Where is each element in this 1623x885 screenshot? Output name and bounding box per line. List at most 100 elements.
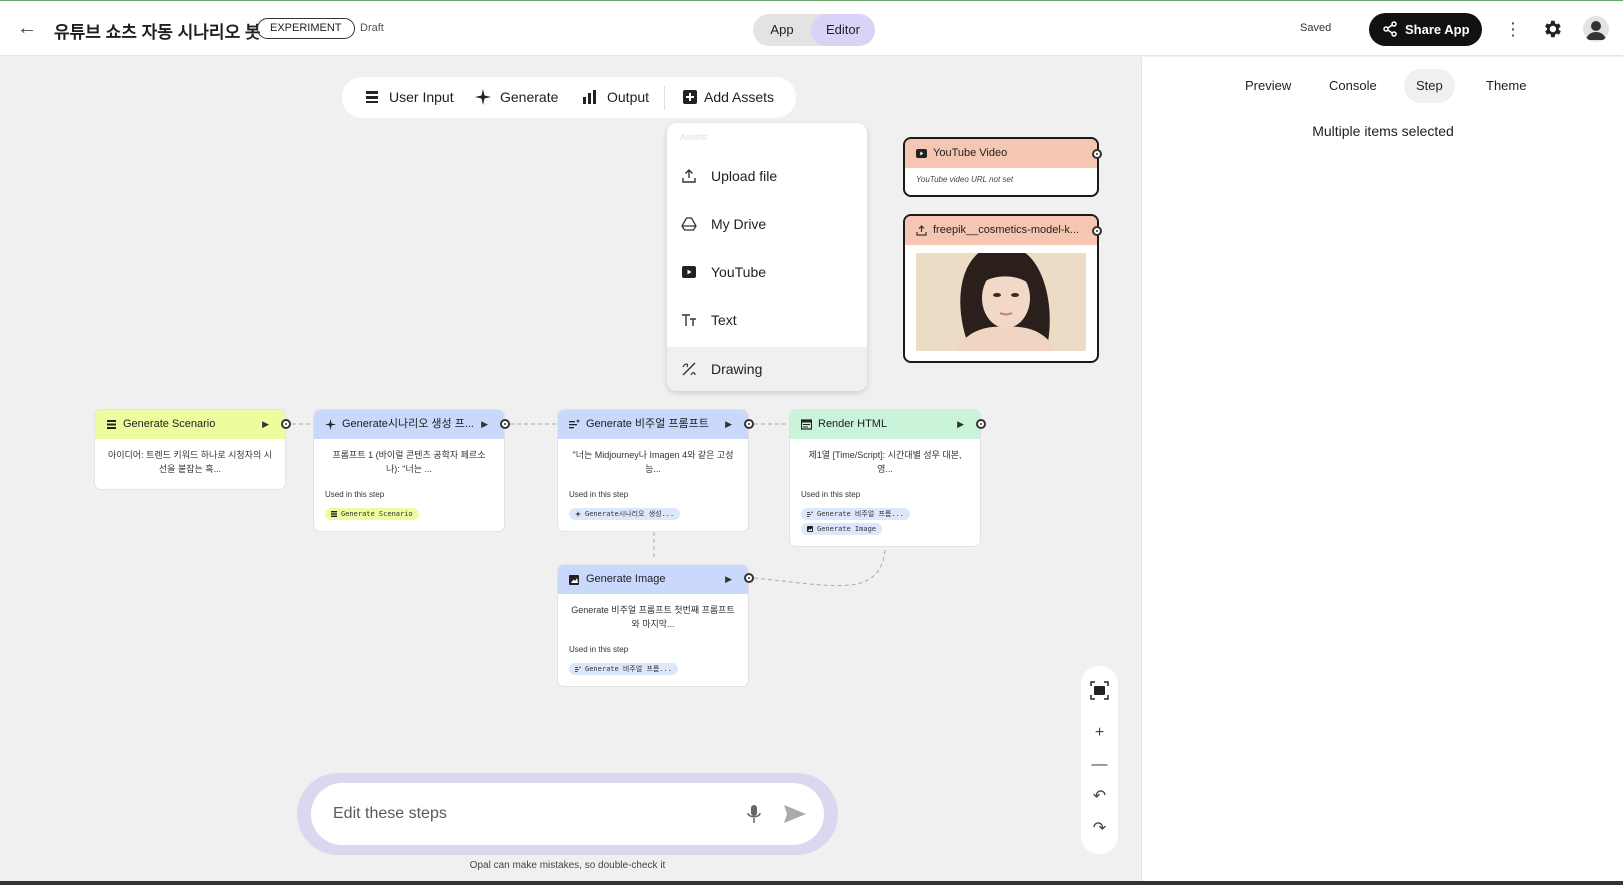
app-mode-button[interactable]: App [753,14,811,46]
add-assets-menu: Assets Upload file My Drive YouTube Text… [667,123,867,391]
output-port[interactable] [744,419,754,429]
menu-item-my-drive[interactable]: My Drive [667,202,867,246]
asset-header: YouTube Video [905,139,1097,168]
redo-icon[interactable]: ↷ [1089,818,1110,839]
node-description: 프롬프트 1 (바이럴 콘텐츠 공학자 페르소나): "너는 ... [332,450,486,474]
tab-theme[interactable]: Theme [1474,69,1538,103]
user-input-icon [107,420,116,429]
menu-item-upload-file[interactable]: Upload file [667,154,867,198]
bottom-bar [0,881,1623,885]
menu-item-label: Upload file [711,168,778,184]
sparkle-icon [325,419,336,430]
used-in-step-label: Used in this step [569,490,629,499]
generate-image-node[interactable]: Generate Image ▶ Generate 비주얼 프롬프트 첫번째 프… [557,564,749,687]
output-port[interactable] [281,419,291,429]
asset-title: YouTube Video [933,147,1008,159]
output-port[interactable] [1092,226,1102,236]
youtube-icon [916,149,927,158]
output-button[interactable]: Output [582,77,649,118]
node-description: "너는 Midjourney나 Imagen 4와 같은 고성능... [572,450,734,474]
asset-title: freepik__cosmetics-model-k... [933,224,1080,236]
user-input-button[interactable]: User Input [364,77,454,118]
node-title: Generate시나리오 생성 프... [342,418,474,430]
right-panel: Preview Console Step Theme Multiple item… [1141,57,1623,885]
asset-subtitle: YouTube video URL not set [916,175,1014,184]
asset-header: freepik__cosmetics-model-k... [905,216,1097,245]
upload-icon [682,169,696,183]
generate-scenario-node[interactable]: Generate Scenario ▶ 아이디어: 트렌드 키워드 하나로 시청… [94,409,286,490]
sparkle-icon [575,511,581,517]
generate-label: Generate [500,89,559,105]
chip-label: Generate Scenario [341,510,413,518]
edit-steps-input[interactable] [333,783,733,845]
gear-icon[interactable] [1541,18,1563,40]
user-input-label: User Input [389,89,454,105]
text-sparkle-icon [569,419,580,429]
used-in-step-label: Used in this step [801,490,861,499]
output-label: Output [607,89,650,105]
generate-prompt-node[interactable]: Generate시나리오 생성 프... ▶ 프롬프트 1 (바이럴 콘텐츠 공… [313,409,505,532]
render-html-node[interactable]: Render HTML ▶ 제1열 [Time/Script]: 시간대별 성우… [789,409,981,547]
node-description: Generate 비주얼 프롬프트 첫번째 프롬프트와 마지막... [571,605,735,629]
output-port[interactable] [744,573,754,583]
disclaimer-text: Opal can make mistakes, so double-check … [469,860,666,871]
tab-console[interactable]: Console [1317,69,1389,103]
add-assets-button[interactable]: Add Assets [682,77,774,118]
run-node-icon[interactable]: ▶ [481,410,488,439]
generate-visual-prompt-node[interactable]: Generate 비주얼 프롬프트 ▶ "너는 Midjourney나 Imag… [557,409,749,532]
used-in-step-label: Used in this step [325,490,385,499]
used-in-step-label: Used in this step [569,645,629,654]
menu-item-youtube[interactable]: YouTube [667,250,867,294]
image-asset[interactable]: freepik__cosmetics-model-k... [903,214,1099,363]
app-title: 유튜브 쇼츠 자동 시나리오 봇 [54,23,261,42]
dependency-chip[interactable]: Generate Image [801,523,883,535]
menu-item-drawing[interactable]: Drawing [667,347,867,391]
share-app-button[interactable]: Share App [1369,13,1482,46]
zoom-in-icon[interactable]: + [1089,722,1110,743]
node-header: Generate시나리오 생성 프... ▶ [314,410,504,439]
youtube-icon [682,266,696,278]
dependency-chip[interactable]: Generate 비주얼 프롬... [569,663,678,675]
dependency-chip[interactable]: Generate 비주얼 프롬... [801,508,910,520]
image-sparkle-icon [569,575,579,585]
menu-item-text[interactable]: Text [667,298,867,342]
chip-label: Generate 비주얼 프롬... [585,665,672,673]
upload-icon [916,225,927,236]
undo-icon[interactable]: ↶ [1089,786,1110,807]
selection-message: Multiple items selected [1312,123,1454,139]
output-port[interactable] [500,419,510,429]
text-sparkle-icon [575,666,581,672]
drive-icon [681,217,697,231]
send-icon[interactable] [783,803,807,825]
node-description: 제1열 [Time/Script]: 시간대별 성우 대본, 영... [808,450,962,474]
run-node-icon[interactable]: ▶ [725,565,732,594]
dependency-chip[interactable]: Generate Scenario [325,508,419,520]
node-header: Render HTML ▶ [790,410,980,439]
menu-item-label: My Drive [711,216,767,232]
editor-mode-button[interactable]: Editor [811,14,875,46]
fit-view-icon[interactable] [1089,680,1110,701]
account-avatar[interactable] [1583,16,1609,42]
chip-label: Generate Image [817,525,877,533]
output-port[interactable] [976,419,986,429]
tab-preview[interactable]: Preview [1233,69,1303,103]
youtube-video-asset[interactable]: YouTube Video YouTube video URL not set [903,137,1099,197]
back-arrow-icon[interactable]: ← [16,17,38,39]
microphone-icon[interactable] [743,803,765,825]
run-node-icon[interactable]: ▶ [725,410,732,439]
run-node-icon[interactable]: ▶ [262,410,269,439]
menu-item-label: YouTube [711,264,767,280]
generate-button[interactable]: Generate [475,77,558,118]
more-options-icon[interactable]: ⋮ [1503,17,1523,41]
output-port[interactable] [1092,149,1102,159]
person-icon [1586,21,1606,40]
node-title: Render HTML [818,418,888,430]
menu-item-label: Text [711,312,737,328]
share-icon [1383,21,1397,37]
dependency-chip[interactable]: Generate시나리오 생성... [569,508,681,520]
sparkle-icon [475,89,491,105]
tab-step[interactable]: Step [1404,69,1455,103]
zoom-out-icon[interactable]: — [1089,754,1110,775]
mode-toggle: App Editor [753,14,875,46]
run-node-icon[interactable]: ▶ [957,410,964,439]
